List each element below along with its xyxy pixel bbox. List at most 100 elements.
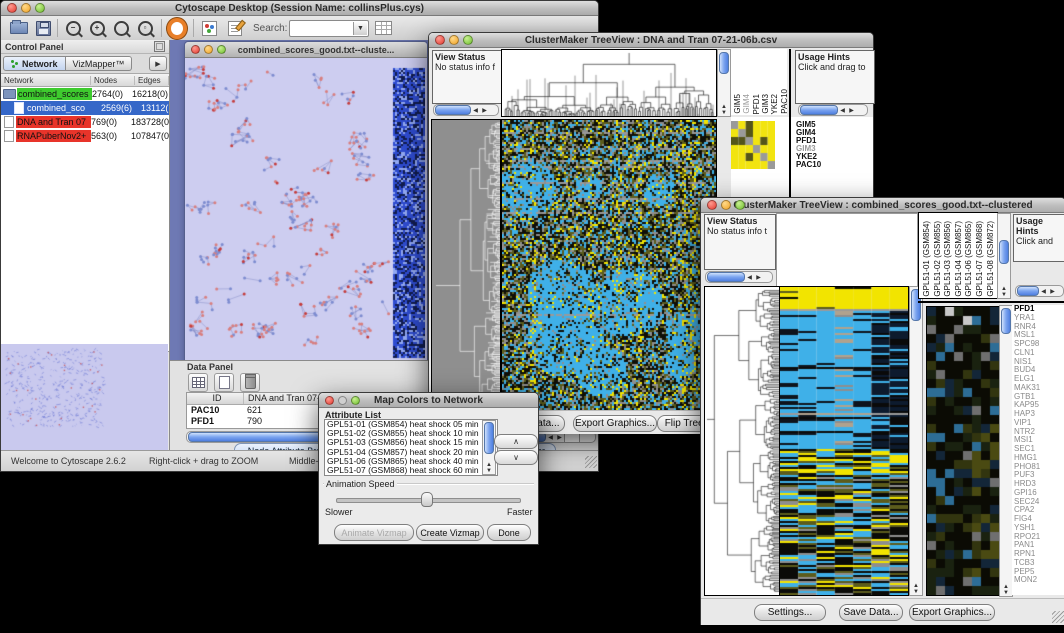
scrollbar-thumb[interactable] bbox=[707, 272, 745, 282]
network-list-item[interactable]: combined_scores2764(0)16218(0) bbox=[1, 87, 169, 101]
create-vizmap-button[interactable]: Create Vizmap bbox=[416, 524, 484, 541]
delete-attribute-button[interactable] bbox=[240, 373, 260, 392]
heatmap-vscrollbar[interactable]: ▲▼ bbox=[909, 286, 923, 596]
gene-label-list[interactable]: PFD1YRA1RNR4MSL1SPC98CLN1NIS1BUD4ELG1MAK… bbox=[1012, 305, 1064, 595]
scroll-down-icon[interactable]: ▼ bbox=[1001, 292, 1007, 298]
dialog-titlebar[interactable]: Map Colors to Network bbox=[319, 393, 538, 408]
animate-vizmap-button[interactable]: Animate Vizmap bbox=[334, 524, 414, 541]
network-list-item[interactable]: RNAPuberNov2+563(0)107847(0) bbox=[1, 129, 169, 143]
detail-heatmap-canvas[interactable] bbox=[731, 121, 775, 169]
zoom-button[interactable] bbox=[463, 35, 473, 45]
view-status-hscrollbar[interactable]: ◀ ▶ bbox=[705, 271, 773, 283]
scrollbar-thumb[interactable] bbox=[435, 105, 471, 115]
search-combobox[interactable]: ▼ bbox=[289, 20, 369, 37]
zoom-out-button[interactable]: − bbox=[63, 19, 83, 37]
heatmap-vscrollbar[interactable]: ▲▼ bbox=[717, 49, 731, 117]
zoom-button[interactable] bbox=[217, 45, 226, 54]
treeview-button-export-graphics-[interactable]: Export Graphics... bbox=[573, 415, 657, 432]
float-panel-icon[interactable] bbox=[154, 41, 165, 52]
treeview-button-export-graphics-[interactable]: Export Graphics... bbox=[909, 604, 995, 621]
column-dendrogram-canvas[interactable] bbox=[501, 49, 717, 117]
scrollbar-thumb[interactable] bbox=[1017, 286, 1039, 296]
minimize-button[interactable] bbox=[21, 3, 31, 13]
column-labels-vscrollbar[interactable]: ▲▼ bbox=[997, 213, 1011, 299]
minimize-button[interactable] bbox=[338, 396, 347, 405]
view-status-hscrollbar[interactable]: ◀ ▶ bbox=[433, 104, 499, 116]
zoom-button[interactable] bbox=[35, 3, 45, 13]
treeview-button-settings-[interactable]: Settings... bbox=[754, 604, 826, 621]
tab-vizmapper[interactable]: VizMapper™ bbox=[66, 56, 133, 71]
resize-grip[interactable] bbox=[585, 456, 597, 468]
scroll-down-icon[interactable]: ▼ bbox=[486, 468, 492, 474]
treeview2-titlebar[interactable]: ClusterMaker TreeView : combined_scores_… bbox=[701, 198, 1064, 213]
network-window-titlebar[interactable]: combined_scores_good.txt--cluste... bbox=[185, 42, 427, 58]
network-list-item[interactable]: DNA and Tran 07769(0)183728(0) bbox=[1, 115, 169, 129]
row-dendrogram-canvas[interactable] bbox=[431, 119, 501, 411]
scroll-left-icon[interactable]: ◀ bbox=[546, 433, 555, 441]
scrollbar-thumb[interactable] bbox=[800, 105, 838, 115]
minimize-button[interactable] bbox=[204, 45, 213, 54]
minimize-button[interactable] bbox=[721, 200, 731, 210]
scrollbar-thumb[interactable] bbox=[484, 422, 494, 454]
scroll-right-icon[interactable]: ▶ bbox=[555, 433, 564, 441]
gene-label[interactable]: MON2 bbox=[1012, 576, 1064, 585]
scroll-left-icon[interactable]: ◀ bbox=[745, 273, 754, 281]
zoom-in-button[interactable]: + bbox=[87, 19, 107, 37]
scroll-left-icon[interactable]: ◀ bbox=[471, 106, 480, 114]
scroll-left-icon[interactable]: ◀ bbox=[838, 106, 847, 114]
help-button[interactable] bbox=[167, 19, 187, 37]
zoom-button[interactable] bbox=[735, 200, 745, 210]
close-button[interactable] bbox=[707, 200, 717, 210]
scrollbar-thumb[interactable] bbox=[719, 52, 729, 74]
scroll-left-icon[interactable]: ◀ bbox=[1039, 287, 1048, 295]
scroll-right-icon[interactable]: ▶ bbox=[754, 273, 763, 281]
heatmap-canvas[interactable] bbox=[779, 286, 909, 596]
more-tabs-button[interactable]: ▶ bbox=[149, 56, 167, 71]
slider-thumb[interactable] bbox=[421, 492, 433, 507]
close-button[interactable] bbox=[191, 45, 200, 54]
scroll-right-icon[interactable]: ▶ bbox=[1048, 287, 1057, 295]
close-button[interactable] bbox=[435, 35, 445, 45]
close-button[interactable] bbox=[7, 3, 17, 13]
minimize-button[interactable] bbox=[449, 35, 459, 45]
save-session-button[interactable] bbox=[33, 19, 53, 37]
treeview-button-save-data-[interactable]: Save Data... bbox=[839, 604, 903, 621]
scrollbar-thumb[interactable] bbox=[1001, 308, 1011, 334]
search-input[interactable] bbox=[291, 22, 355, 35]
scrollbar-thumb[interactable] bbox=[999, 240, 1009, 264]
attribute-list[interactable]: GPL51-01 (GSM854) heat shock 05 minGPL51… bbox=[324, 419, 498, 476]
close-button[interactable] bbox=[325, 396, 334, 405]
zoom-button[interactable] bbox=[351, 396, 360, 405]
heatmap-canvas[interactable] bbox=[501, 119, 717, 411]
treeview1-titlebar[interactable]: ClusterMaker TreeView : DNA and Tran 07-… bbox=[429, 33, 873, 48]
network-graph-canvas[interactable] bbox=[185, 58, 425, 361]
annotation-button[interactable] bbox=[225, 19, 245, 37]
resize-grip[interactable] bbox=[1052, 611, 1064, 623]
detail-heatmap-canvas[interactable] bbox=[926, 306, 1000, 596]
attribute-list-vscrollbar[interactable]: ▲▼ bbox=[482, 420, 496, 475]
move-up-button[interactable]: ∧ bbox=[494, 434, 538, 449]
birdseye-overview-canvas[interactable] bbox=[1, 344, 168, 451]
main-titlebar[interactable]: Cytoscape Desktop (Session Name: collins… bbox=[1, 1, 598, 16]
network-list-item[interactable]: combined_sco2569(6)13112(15) bbox=[1, 101, 169, 115]
usage-hints-hscrollbar[interactable]: ◀ ▶ bbox=[1015, 285, 1064, 297]
attribute-browser-button[interactable] bbox=[373, 19, 393, 37]
zoom-fit-button[interactable]: ▫ bbox=[135, 19, 155, 37]
scroll-down-icon[interactable]: ▼ bbox=[1003, 590, 1009, 596]
scroll-down-icon[interactable]: ▼ bbox=[721, 110, 727, 116]
gene-list-vscrollbar[interactable]: ▲▼ bbox=[999, 305, 1013, 597]
done-button[interactable]: Done bbox=[487, 524, 531, 541]
tab-network[interactable]: Network bbox=[3, 56, 66, 71]
attribute-list-item[interactable]: GPL51-07 (GSM868) heat shock 60 min bbox=[325, 466, 497, 475]
scroll-right-icon[interactable]: ▶ bbox=[480, 106, 489, 114]
open-session-button[interactable] bbox=[9, 19, 29, 37]
network-tree-empty-area[interactable] bbox=[1, 143, 169, 352]
move-down-button[interactable]: ∨ bbox=[494, 450, 538, 465]
scroll-down-icon[interactable]: ▼ bbox=[913, 589, 919, 595]
vizmapper-button[interactable] bbox=[199, 19, 219, 37]
row-dendrogram-canvas[interactable] bbox=[704, 286, 780, 596]
usage-hints-hscrollbar[interactable]: ◀ ▶ bbox=[798, 104, 868, 116]
search-dropdown-icon[interactable]: ▼ bbox=[353, 22, 367, 35]
new-attribute-button[interactable] bbox=[214, 373, 234, 392]
zoom-selected-button[interactable] bbox=[111, 19, 131, 37]
